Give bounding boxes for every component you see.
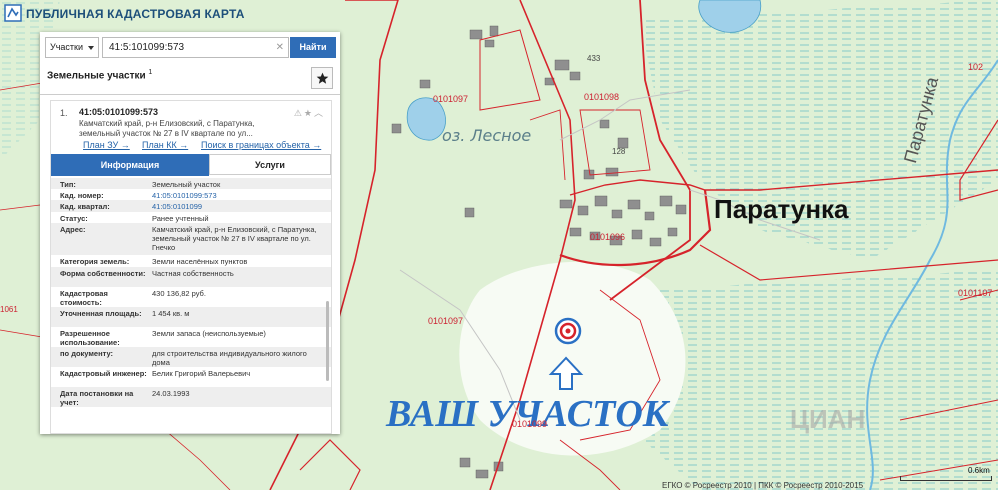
app-header: ПУБЛИЧНАЯ КАДАСТРОВАЯ КАРТА [0,0,998,28]
property-row: Кад. квартал: 41:05:0101099 [51,200,331,212]
copyright: ЕГКО © Росреестр 2010 | ПКК © Росреестр … [662,481,864,490]
search-type-label: Участки [50,42,83,52]
property-row: Уточненная площадь: 1 454 кв. м [51,307,331,327]
property-value: для строительства индивидуального жилого… [152,349,307,367]
search-query: 41:5:101099:573 [109,42,185,53]
quarter-label: 1061 [0,305,18,314]
warning-icon[interactable]: ⚠ [294,108,304,118]
address-line: земельный участок № 27 в IV квартале по … [79,129,253,138]
property-key: Кадастровая стоимость: [60,289,108,307]
property-row: Кад. номер: 41:05:0101099:573 [51,189,331,200]
property-row: Кадастровая стоимость: 430 136,82 руб. [51,287,331,307]
quarter-label: 0101097 [433,94,469,104]
search-input[interactable]: 41:5:101099:573 ✕ [102,37,289,58]
property-value: 430 136,82 руб. [152,289,206,298]
quarter-label: 0101097 [428,316,464,326]
plan-kk-link[interactable]: План КК → [142,140,188,150]
property-value: Земли населённых пунктов [152,257,248,266]
property-value: Частная собственность [152,269,234,278]
village-label: Паратунка [714,194,849,224]
find-button[interactable]: Найти [290,37,336,58]
section-count: 1 [148,69,153,76]
search-bounds-link[interactable]: Поиск в границах объекта → [201,140,321,150]
property-value: Земли запаса (неиспользуемые) [152,329,266,338]
property-key: Разрешенное использование: [60,329,120,347]
property-key: Уточненная площадь: [60,309,142,318]
property-row: Кадастровый инженер: Белик Григорий Валер… [51,367,331,387]
property-key: Тип: [60,180,76,189]
scrollbar[interactable] [326,301,329,381]
watermark: ЦИАН [790,404,866,434]
section-title: Земельные участки 1 [47,69,152,81]
property-row: Статус: Ранее учтенный [51,212,331,223]
property-key: Форма собственности: [60,269,146,278]
property-value: Земельный участок [152,180,221,189]
property-row: по документу: для строительства индивидуа… [51,347,331,367]
property-row: Категория земель: Земли населённых пункто… [51,255,331,267]
your-plot-label: ВАШ УЧАСТОК [386,393,669,435]
search-panel: Участки 41:5:101099:573 ✕ Найти Земельны… [40,32,340,434]
quarter-label: 0101107 [958,288,993,298]
property-key: Дата постановки на учет: [60,389,134,407]
property-value: 24.03.1993 [152,389,190,398]
property-value: 1 454 кв. м [152,309,190,318]
address-line: Камчатский край, р-н Елизовский, с Парат… [79,119,255,128]
property-key: Категория земель: [60,257,130,266]
search-type-select[interactable]: Участки [45,37,99,58]
property-key: Кад. квартал: [60,202,110,211]
quarter-label: 0101099 [512,419,548,429]
result-address: Камчатский край, р-н Елизовский, с Парат… [79,119,319,139]
properties-table: Тип: Земельный участок Кад. номер: 41:05:01… [51,178,331,407]
section-title-text: Земельные участки [47,70,146,82]
favorites-button[interactable] [311,67,333,89]
property-value: Ранее учтенный [152,214,209,223]
scale-label: 0.6km [968,466,990,475]
tab-services[interactable]: Услуги [209,154,331,175]
star-icon[interactable]: ★ [304,108,314,118]
property-row: Разрешенное использование: Земли запаса (… [51,327,331,347]
parcel-number: 433 [587,54,601,63]
quarter-label: 0101096 [590,232,626,242]
property-value: Белик Григорий Валерьевич [152,369,251,378]
property-row: Форма собственности: Частная собственност… [51,267,331,287]
lake-label: оз. Лесное [442,126,532,145]
app-title: ПУБЛИЧНАЯ КАДАСТРОВАЯ КАРТА [26,7,245,21]
search-row: Участки 41:5:101099:573 ✕ Найти [40,32,340,62]
parcel-number: 128 [612,147,626,156]
property-value[interactable]: 41:05:0101099:573 [152,191,320,200]
plot-marker[interactable] [554,317,582,345]
property-key: Кадастровый инженер: [60,369,147,378]
property-row: Адрес: Камчатский край, р-н Елизовский, с… [51,223,331,255]
chevron-up-icon[interactable]: ︿ [314,108,325,118]
logo-icon[interactable] [4,4,22,22]
result-actions[interactable]: ⚠★︿ [294,106,325,119]
scale-bar [900,476,992,481]
property-row: Дата постановки на учет: 24.03.1993 [51,387,331,407]
quarter-label: 102 [968,62,984,72]
property-row: Тип: Земельный участок [51,178,331,189]
property-value[interactable]: 41:05:0101099 [152,202,320,211]
result-card[interactable]: 1. 41:05:0101099:573 ⚠★︿ Камчатский край… [50,100,332,434]
property-value: Камчатский край, р-н Елизовский, с Парат… [152,225,317,252]
result-number: 1. [60,108,68,118]
property-key: по документу: [60,349,114,358]
property-key: Кад. номер: [60,191,104,200]
tab-info[interactable]: Информация [51,154,209,176]
result-tabs: Информация Услуги [51,154,331,176]
quarter-label: 0101098 [584,92,620,102]
clear-icon[interactable]: ✕ [276,38,284,57]
result-id[interactable]: 41:05:0101099:573 [79,107,158,117]
property-key: Статус: [60,214,88,223]
chevron-down-icon [88,46,94,50]
divider [40,94,340,95]
property-key: Адрес: [60,225,86,234]
star-icon [316,72,328,84]
plan-zu-link[interactable]: План ЗУ → [83,140,130,150]
